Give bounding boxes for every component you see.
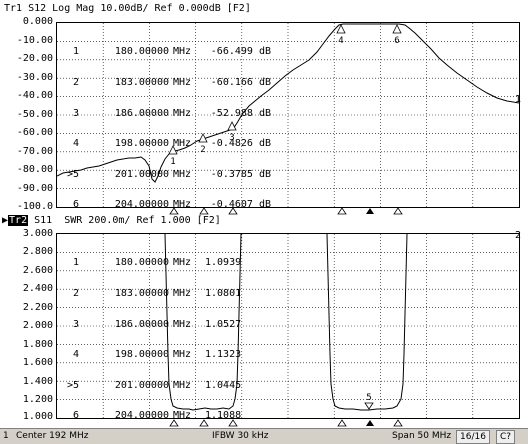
sweep-points-indicator[interactable]: 16/16	[456, 430, 490, 444]
trace1-plot[interactable]: 1 2 3 4 5	[56, 22, 520, 210]
trace1-y-tick: 0.000	[22, 16, 53, 27]
trace1-right-tag: 1	[515, 94, 522, 105]
trace2-y-tick: 1.200	[22, 394, 53, 405]
trace2-curve-passband-2	[326, 234, 408, 411]
trace2-header-text: S11 SWR 200.0m/ Ref 1.000 [F2]	[28, 215, 221, 226]
trace2-header[interactable]: ▶Tr2 S11 SWR 200.0m/ Ref 1.000 [F2]	[2, 214, 221, 228]
trace2-marker-5-label: 5	[366, 393, 371, 403]
span-value[interactable]: Span 50 MHz	[392, 429, 451, 443]
trace2-y-tick: 2.000	[22, 320, 53, 331]
trace1-y-tick: -60.00	[16, 127, 53, 138]
trace1-marker-row[interactable]: 1 180.00000 MHz -66.499 dB	[59, 47, 271, 57]
channel-number[interactable]: 1	[3, 429, 9, 443]
ifbw-value[interactable]: IFBW 30 kHz	[212, 429, 268, 443]
trace2-y-tick: 1.000	[22, 411, 53, 422]
trace1-marker-5-label: 5	[366, 23, 371, 24]
trace2-plot[interactable]: 5 1 180.00000 MHz 1.0939 2 183.00000 MHz 1.080…	[56, 233, 520, 421]
center-frequency[interactable]: Center 192 MHz	[16, 429, 88, 443]
trace2-y-tick: 1.800	[22, 339, 53, 350]
trace1-marker-row[interactable]: 4 198.00000 MHz -0.4826 dB	[59, 139, 271, 149]
trace1-y-tick: -90.00	[16, 183, 53, 194]
trace2-marker-row[interactable]: 2 183.00000 MHz 1.0801	[59, 288, 275, 299]
trace2-y-tick: 2.800	[22, 246, 53, 257]
trace1-marker-row[interactable]: 2 183.00000 MHz -60.166 dB	[59, 77, 271, 88]
trace1-y-tick: -30.00	[16, 72, 53, 83]
trace1-y-tick: -80.00	[16, 164, 53, 175]
calibration-status[interactable]: C?	[496, 430, 516, 444]
trace2-right-tag: 2	[515, 230, 522, 241]
trace1-marker-table: 1 180.00000 MHz -66.499 dB 2 183.00000 MHz -60…	[59, 27, 271, 231]
trace1-marker-6[interactable]: 6	[392, 24, 402, 46]
trace1-y-tick: -50.00	[16, 109, 53, 120]
trace2-marker-table: 1 180.00000 MHz 1.0939 2 183.00000 MHz 1.0801 …	[59, 238, 275, 442]
vna-display: Tr1 S12 Log Mag 10.00dB/ Ref 0.000dB [F2…	[0, 0, 528, 444]
trace2-marker-indicators	[169, 419, 403, 427]
trace2-marker-5-flag[interactable]: 5	[364, 393, 374, 410]
status-bar: 1 Center 192 MHz IFBW 30 kHz Span 50 MHz…	[0, 428, 528, 444]
trace2-y-tick: 3.000	[22, 228, 53, 239]
trace1-marker-6-label: 6	[394, 36, 399, 46]
trace1-marker-4[interactable]: 4	[336, 24, 346, 46]
trace2-y-tick: 1.600	[22, 357, 53, 368]
trace1-y-tick: -100.0	[16, 201, 53, 212]
trace1-marker-row[interactable]: 3 186.00000 MHz -52.988 dB	[59, 108, 271, 119]
trace2-tag: Tr2	[8, 215, 29, 226]
trace1-marker-row[interactable]: >5 201.00000 MHz -0.3785 dB	[59, 169, 271, 180]
trace2-y-tick: 1.400	[22, 376, 53, 387]
trace1-marker-4-label: 4	[338, 36, 343, 46]
trace2-marker-row[interactable]: >5 201.00000 MHz 1.0445	[59, 380, 275, 391]
trace2-marker-row[interactable]: 3 186.00000 MHz 1.0527	[59, 319, 275, 330]
trace1-y-tick: -10.00	[16, 35, 53, 46]
trace2-marker-row[interactable]: 1 180.00000 MHz 1.0939	[59, 258, 275, 268]
trace1-header[interactable]: Tr1 S12 Log Mag 10.00dB/ Ref 0.000dB [F2…	[4, 2, 251, 16]
trace2-marker-row[interactable]: 4 198.00000 MHz 1.1323	[59, 350, 275, 360]
trace2-y-tick: 2.200	[22, 302, 53, 313]
trace2-y-tick: 2.400	[22, 283, 53, 294]
trace2-y-tick: 2.600	[22, 265, 53, 276]
trace1-y-tick: -20.00	[16, 53, 53, 64]
trace1-y-tick: -70.00	[16, 146, 53, 157]
trace1-y-tick: -40.00	[16, 90, 53, 101]
